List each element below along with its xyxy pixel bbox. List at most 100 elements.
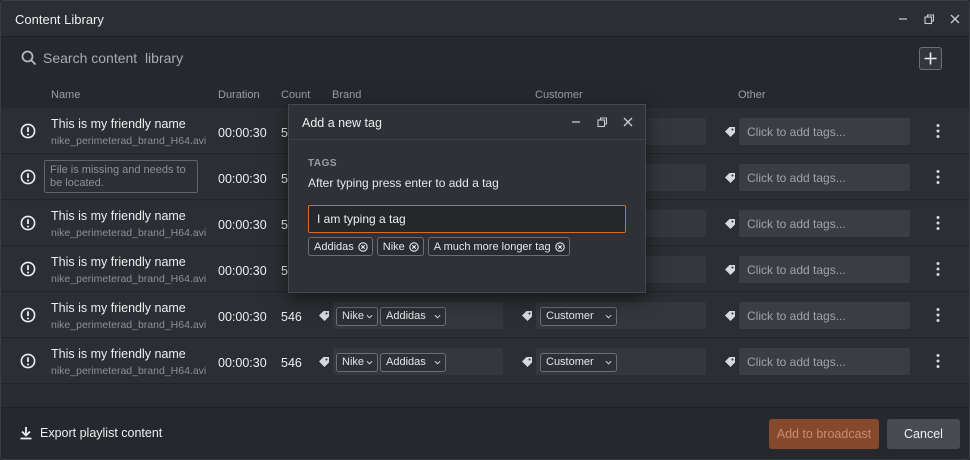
title-bar: Content Library xyxy=(1,1,969,37)
search-icon xyxy=(21,50,37,66)
tag-icon xyxy=(522,311,532,321)
customer-tag-select[interactable]: Customer xyxy=(540,353,617,372)
tag-icon xyxy=(725,311,735,321)
row-name: This is my friendly name xyxy=(51,255,186,269)
minimize-icon[interactable] xyxy=(893,9,913,29)
plus-icon xyxy=(924,52,937,65)
brand-tag-field[interactable]: Nike Addidas xyxy=(333,302,503,329)
column-brand[interactable]: Brand xyxy=(332,89,361,101)
row-filename: nike_perimeterad_brand_H64.avi xyxy=(51,273,207,285)
other-tag-field[interactable]: Click to add tags... xyxy=(739,348,910,375)
tags-hint: After typing press enter to add a tag xyxy=(308,176,499,190)
alert-circle-icon xyxy=(20,261,36,277)
brand-tag-field[interactable]: Nike Addidas xyxy=(333,348,503,375)
add-to-broadcast-button[interactable]: Add to broadcast xyxy=(769,419,879,449)
alert-circle-icon xyxy=(20,123,36,139)
dialog-header: Add a new tag xyxy=(289,105,645,140)
column-count[interactable]: Count xyxy=(281,89,310,101)
dialog-restore-icon[interactable] xyxy=(593,113,611,131)
row-duration: 00:00:30 xyxy=(218,126,267,140)
tag-icon xyxy=(522,357,532,367)
customer-tag-select[interactable]: Customer xyxy=(540,307,617,326)
column-duration[interactable]: Duration xyxy=(218,89,260,101)
tags-section-label: TAGS xyxy=(308,158,338,169)
brand-tag-select[interactable]: Addidas xyxy=(380,353,446,372)
chevron-down-icon xyxy=(605,314,612,319)
remove-tag-icon[interactable] xyxy=(554,241,565,252)
row-duration: 00:00:30 xyxy=(218,172,267,186)
export-playlist-button[interactable]: Export playlist content xyxy=(19,426,162,440)
other-tag-field[interactable]: Click to add tags... xyxy=(739,302,910,329)
tag-icon xyxy=(725,219,735,229)
add-content-button[interactable] xyxy=(919,47,942,70)
other-tag-field[interactable]: Click to add tags... xyxy=(739,164,910,191)
close-icon[interactable] xyxy=(945,9,965,29)
row-count: 5 xyxy=(281,218,288,232)
column-other[interactable]: Other xyxy=(738,89,766,101)
window-title: Content Library xyxy=(15,12,104,27)
tag-list: Addidas Nike A much more longer tag xyxy=(308,237,570,256)
add-tag-dialog: Add a new tag TAGS After typing press en… xyxy=(288,104,646,293)
other-tag-field[interactable]: Click to add tags... xyxy=(739,256,910,283)
row-filename: nike_perimeterad_brand_H64.avi xyxy=(51,135,207,147)
table-row[interactable]: This is my friendly name nike_perimeterad… xyxy=(1,339,969,384)
tag-chip-label: Addidas xyxy=(314,240,354,253)
tag-icon xyxy=(319,357,329,367)
search-bar xyxy=(1,37,969,80)
row-filename: nike_perimeterad_brand_H64.avi xyxy=(51,227,207,239)
kebab-icon xyxy=(936,262,940,276)
row-duration: 00:00:30 xyxy=(218,356,267,370)
missing-file-notice: File is missing and needs to be located. xyxy=(44,160,198,193)
tag-icon xyxy=(725,127,735,137)
kebab-icon xyxy=(936,170,940,184)
row-duration: 00:00:30 xyxy=(218,218,267,232)
tag-chip-label: A much more longer tag xyxy=(433,240,551,253)
other-tag-field[interactable]: Click to add tags... xyxy=(739,118,910,145)
row-duration: 00:00:30 xyxy=(218,310,267,324)
restore-icon[interactable] xyxy=(919,9,939,29)
cancel-button[interactable]: Cancel xyxy=(887,419,960,449)
tag-icon xyxy=(319,311,329,321)
column-customer[interactable]: Customer xyxy=(535,89,583,101)
brand-tag-select[interactable]: Addidas xyxy=(380,307,446,326)
chevron-down-icon xyxy=(366,360,373,365)
row-name: This is my friendly name xyxy=(51,209,186,223)
customer-tag-field[interactable]: Customer xyxy=(536,348,706,375)
row-count: 546 xyxy=(281,310,302,324)
customer-tag-field[interactable]: Customer xyxy=(536,302,706,329)
row-name: This is my friendly name xyxy=(51,347,186,361)
dialog-close-icon[interactable] xyxy=(619,113,637,131)
tag-chip: A much more longer tag xyxy=(427,237,570,256)
row-duration: 00:00:30 xyxy=(218,264,267,278)
brand-tag-select[interactable]: Nike xyxy=(336,353,378,372)
dialog-minimize-icon[interactable] xyxy=(567,113,585,131)
row-name: This is my friendly name xyxy=(51,301,186,315)
chevron-down-icon xyxy=(605,360,612,365)
kebab-icon xyxy=(936,354,940,368)
other-tag-field[interactable]: Click to add tags... xyxy=(739,210,910,237)
tag-icon xyxy=(725,265,735,275)
row-filename: nike_perimeterad_brand_H64.avi xyxy=(51,365,207,377)
tag-input[interactable] xyxy=(308,205,626,233)
alert-circle-icon xyxy=(20,215,36,231)
footer: Export playlist content Add to broadcast… xyxy=(1,407,969,459)
row-count: 5 xyxy=(281,264,288,278)
tag-icon xyxy=(725,173,735,183)
tag-icon xyxy=(725,357,735,367)
export-label: Export playlist content xyxy=(40,426,163,440)
alert-circle-icon xyxy=(20,307,36,323)
remove-tag-icon[interactable] xyxy=(409,241,419,252)
tag-chip: Addidas xyxy=(308,237,373,256)
tag-chip: Nike xyxy=(376,237,424,256)
remove-tag-icon[interactable] xyxy=(358,241,368,252)
alert-circle-icon xyxy=(20,169,36,185)
column-name[interactable]: Name xyxy=(51,89,80,101)
search-input[interactable] xyxy=(43,47,643,69)
content-library-window: Content Library Name Duration Count Bran… xyxy=(0,0,970,460)
chevron-down-icon xyxy=(434,314,441,319)
download-icon xyxy=(20,427,32,440)
alert-circle-icon xyxy=(20,353,36,369)
kebab-icon xyxy=(936,308,940,322)
brand-tag-select[interactable]: Nike xyxy=(336,307,378,326)
table-row[interactable]: This is my friendly name nike_perimeterad… xyxy=(1,293,969,338)
